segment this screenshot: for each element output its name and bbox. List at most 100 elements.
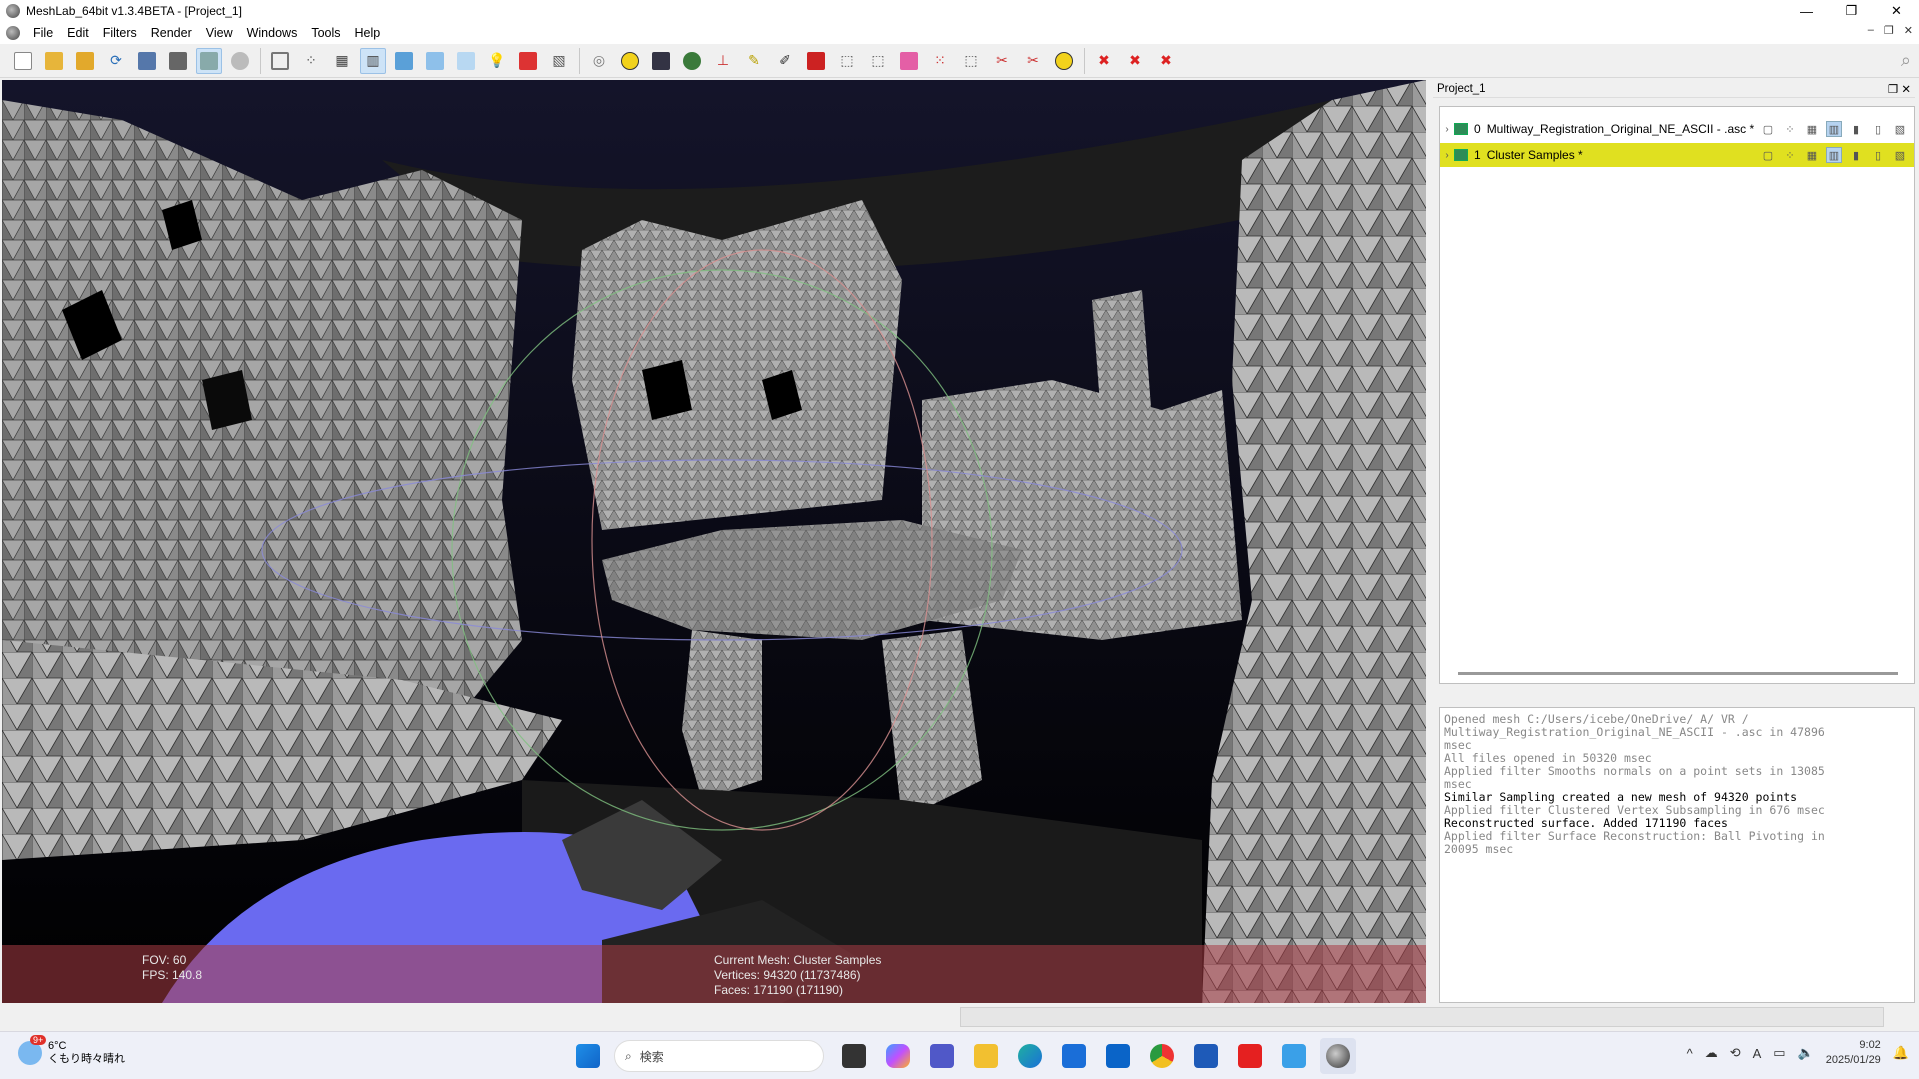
measure-tool-icon[interactable]: ⊥ (710, 48, 736, 74)
visibility-eye-icon[interactable] (1454, 123, 1468, 135)
weather-icon: 9+ (18, 1035, 47, 1065)
light-icon[interactable]: 💡 (484, 48, 510, 74)
3d-viewport[interactable]: FOV: 60 FPS: 140.8 Current Mesh: Cluster… (2, 80, 1426, 1003)
points-toggle-icon[interactable]: ⁘ (1782, 121, 1798, 137)
snapshot-icon[interactable] (165, 48, 191, 74)
edge-icon[interactable] (1012, 1038, 1048, 1074)
smooth-toggle-icon[interactable]: ▯ (1870, 147, 1886, 163)
color-per-face-icon[interactable] (515, 48, 541, 74)
dock-controls[interactable]: ❐ ✕ (1888, 82, 1911, 96)
bbox-toggle-icon[interactable]: ▢ (1760, 121, 1776, 137)
bounding-box-icon[interactable] (267, 48, 293, 74)
expand-chevron-icon[interactable]: › (1440, 124, 1454, 135)
snipping-tool-icon[interactable] (1276, 1038, 1312, 1074)
menu-render[interactable]: Render (144, 26, 199, 40)
import-mesh-icon[interactable] (72, 48, 98, 74)
layer-row-selected[interactable]: › 1 Cluster Samples * ▢ ⁘ ▦ ▥ ▮ ▯ ▧ (1440, 143, 1914, 167)
select-vertices-icon[interactable]: ⬚ (865, 48, 891, 74)
menu-view[interactable]: View (199, 26, 240, 40)
new-project-icon[interactable] (10, 48, 36, 74)
taskbar-search[interactable]: ⌕ 検索 (614, 1040, 824, 1072)
mdi-restore-button[interactable]: ❐ (1884, 24, 1894, 37)
annotation-icon[interactable] (617, 48, 643, 74)
menu-help[interactable]: Help (348, 26, 388, 40)
network-icon[interactable]: ▭ (1773, 1045, 1785, 1061)
start-button[interactable] (570, 1038, 606, 1074)
visibility-eye-icon[interactable] (1454, 149, 1468, 161)
delete-faces-icon[interactable]: ✂ (989, 48, 1015, 74)
hidden-lines-icon[interactable]: ▥ (360, 47, 386, 74)
close-button[interactable]: ✕ (1874, 0, 1919, 22)
mdi-window-icon[interactable] (6, 26, 20, 40)
trackball-icon[interactable]: ◎ (586, 48, 612, 74)
outlook-icon[interactable] (1100, 1038, 1136, 1074)
teams-icon[interactable] (924, 1038, 960, 1074)
chrome-icon[interactable] (1144, 1038, 1180, 1074)
flat-toggle-icon[interactable]: ▮ (1848, 147, 1864, 163)
menu-filters[interactable]: Filters (96, 26, 144, 40)
menu-tools[interactable]: Tools (304, 26, 347, 40)
hiddenlines-toggle-icon[interactable]: ▥ (1826, 121, 1842, 137)
minimize-button[interactable]: — (1784, 0, 1829, 22)
brush-icon[interactable]: ✐ (772, 48, 798, 74)
info-icon[interactable] (1051, 48, 1077, 74)
flat-lines-icon[interactable] (422, 48, 448, 74)
menu-windows[interactable]: Windows (240, 26, 305, 40)
flat-shading-icon[interactable] (391, 48, 417, 74)
sync-icon[interactable]: ⟲ (1730, 1045, 1741, 1061)
menu-edit[interactable]: Edit (60, 26, 96, 40)
texture-toggle-icon[interactable]: ▧ (1892, 147, 1908, 163)
tray-overflow-chevron-icon[interactable]: ^ (1687, 1046, 1693, 1061)
align-icon[interactable] (896, 48, 922, 74)
youtube-icon[interactable] (1232, 1038, 1268, 1074)
meshlab-taskbar-icon[interactable] (1320, 1038, 1356, 1074)
weather-widget[interactable]: 9+ 6°C くもり時々晴れ (18, 1035, 125, 1066)
layer-row[interactable]: › 0 Multiway_Registration_Original_NE_AS… (1440, 117, 1914, 141)
search-icon[interactable]: ⌕ (1901, 50, 1911, 71)
paint-mesh-icon[interactable] (679, 48, 705, 74)
notification-bell-icon[interactable]: 🔔 (1893, 1045, 1909, 1061)
delete-selected-icon[interactable]: ✖ (1091, 48, 1117, 74)
smooth-toggle-icon[interactable]: ▯ (1870, 121, 1886, 137)
select-color-icon[interactable] (648, 48, 674, 74)
delete-vertex-icon[interactable]: ✖ (1153, 48, 1179, 74)
menu-file[interactable]: File (26, 26, 60, 40)
copilot-icon[interactable] (880, 1038, 916, 1074)
raster-layer-icon[interactable] (227, 48, 253, 74)
z-painting-icon[interactable]: ✎ (741, 48, 767, 74)
select-faces-icon[interactable]: ⬚ (834, 48, 860, 74)
wireframe-icon[interactable]: ▦ (329, 48, 355, 74)
smooth-icon[interactable] (453, 48, 479, 74)
reload-icon[interactable]: ⟳ (103, 48, 129, 74)
mdi-close-button[interactable]: ✕ (1904, 24, 1913, 37)
delete-vertices-icon[interactable]: ✂ (1020, 48, 1046, 74)
open-project-icon[interactable] (41, 48, 67, 74)
horizontal-scrollbar[interactable] (1458, 672, 1898, 675)
wire-toggle-icon[interactable]: ▦ (1804, 121, 1820, 137)
mdi-minimize-button[interactable]: – (1868, 24, 1874, 37)
layers-icon[interactable] (196, 47, 222, 74)
onedrive-icon[interactable]: ☁ (1705, 1045, 1718, 1061)
reference-icon[interactable]: ⁙ (927, 48, 953, 74)
hiddenlines-toggle-icon[interactable]: ▥ (1826, 147, 1842, 163)
expand-chevron-icon[interactable]: › (1440, 150, 1454, 161)
clock[interactable]: 9:02 2025/01/29 (1826, 1038, 1881, 1068)
wire-toggle-icon[interactable]: ▦ (1804, 147, 1820, 163)
select-region-icon[interactable]: ⬚ (958, 48, 984, 74)
maximize-button[interactable]: ❐ (1829, 0, 1874, 22)
texture-toggle-icon[interactable]: ▧ (1892, 121, 1908, 137)
flat-toggle-icon[interactable]: ▮ (1848, 121, 1864, 137)
export-mesh-icon[interactable] (134, 48, 160, 74)
volume-icon[interactable]: 🔈 (1798, 1045, 1814, 1061)
points-icon[interactable]: ⁘ (298, 48, 324, 74)
task-view-icon[interactable] (836, 1038, 872, 1074)
ime-icon[interactable]: A (1753, 1046, 1762, 1061)
store-icon[interactable] (1056, 1038, 1092, 1074)
file-explorer-icon[interactable] (968, 1038, 1004, 1074)
pickpoints-icon[interactable] (803, 48, 829, 74)
points-toggle-icon[interactable]: ⁘ (1782, 147, 1798, 163)
word-icon[interactable] (1188, 1038, 1224, 1074)
bbox-toggle-icon[interactable]: ▢ (1760, 147, 1776, 163)
texture-icon[interactable]: ▧ (546, 48, 572, 74)
delete-face-icon[interactable]: ✖ (1122, 48, 1148, 74)
